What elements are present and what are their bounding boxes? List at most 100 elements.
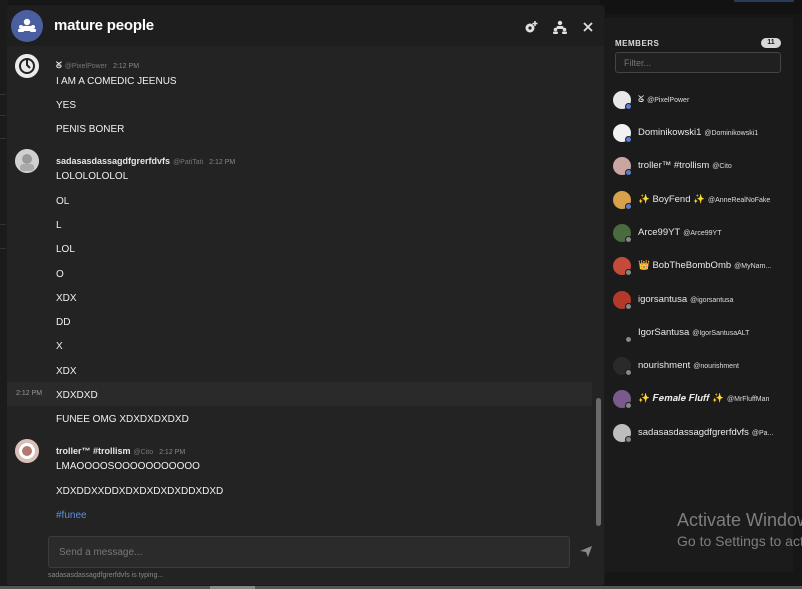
member-name: troller™ #trollism @Cito xyxy=(638,160,788,171)
member-item[interactable]: ✨ BoyFend ✨ @AnneRealNoFake xyxy=(613,189,789,211)
message-text: I AM A COMEDIC JEENUS xyxy=(56,76,177,87)
member-name: 👑 BobTheBombOmb @MyNam... xyxy=(638,260,788,271)
message-text: LOL xyxy=(56,244,75,255)
member-display-name: troller™ #trollism xyxy=(638,160,710,171)
members-icon xyxy=(553,20,567,34)
status-indicator xyxy=(625,369,632,376)
hover-timestamp: 2:12 PM xyxy=(16,390,43,397)
member-item[interactable]: Arce99YT @Arce99YT xyxy=(613,222,789,244)
activate-windows-watermark: Activate Windows Go to Settings to activ… xyxy=(677,510,802,549)
member-handle: @igorsantusa xyxy=(690,297,734,304)
message-text: FUNEE OMG XDXDXDXDXD xyxy=(56,414,189,425)
member-item[interactable]: sadasasdassagdfgrerfdvfs @Pa... xyxy=(613,422,789,444)
status-indicator xyxy=(625,336,632,343)
member-handle: @Arce99YT xyxy=(683,230,722,237)
status-indicator xyxy=(625,303,632,310)
close-button[interactable] xyxy=(580,19,596,35)
member-handle: @AnneRealNoFake xyxy=(707,197,771,204)
members-panel: MEMBERS 11 ᘜ@PixelPower Dominikowski1@Dom… xyxy=(605,18,793,572)
member-item[interactable]: Dominikowski1 @Dominikowski1 xyxy=(613,122,789,144)
typing-indicator: sadasasdassagdfgrerfdvfs is typing... xyxy=(48,572,164,579)
close-icon xyxy=(583,22,593,32)
member-display-name: ᘜ xyxy=(638,94,645,105)
status-indicator xyxy=(625,136,632,143)
member-name: ✨ 𝑭𝒆𝒎𝒂𝒍𝒆 𝑭𝒍𝒖𝒇𝒇 ✨ @MrFluffMan xyxy=(638,393,788,404)
member-item[interactable]: 👑 BobTheBombOmb @MyNam... xyxy=(613,255,789,277)
group-chat-window: mature people ᘜ @PixelPower 2:12 PM I AM… xyxy=(6,5,605,586)
message-text: LOLOLOLOLOL xyxy=(56,171,129,182)
member-name: nourishment @nourishment xyxy=(638,360,788,371)
group-avatar xyxy=(11,10,43,42)
message-text: YES xyxy=(56,100,77,111)
avatar[interactable] xyxy=(15,54,39,78)
member-item[interactable]: troller™ #trollism @Cito xyxy=(613,155,789,177)
status-indicator xyxy=(625,103,632,110)
member-handle: @MyNam... xyxy=(734,263,772,270)
message-text: X xyxy=(56,341,63,352)
member-name: Dominikowski1 @Dominikowski1 xyxy=(638,127,788,138)
message-author[interactable]: troller™ #trollism @Cito 2:12 PM xyxy=(56,446,185,456)
message-text: XDX xyxy=(56,366,77,377)
member-item[interactable]: nourishment @nourishment xyxy=(613,355,789,377)
member-filter xyxy=(615,52,781,73)
chat-header: mature people xyxy=(7,6,604,46)
watermark-title: Activate Windows xyxy=(677,510,802,530)
member-name: ᘜ @PixelPower xyxy=(638,94,788,105)
status-indicator xyxy=(625,436,632,443)
member-item[interactable]: ✨ 𝑭𝒆𝒎𝒂𝒍𝒆 𝑭𝒍𝒖𝒇𝒇 ✨ @MrFluffMan xyxy=(613,388,789,410)
member-display-name: Dominikowski1 xyxy=(638,127,702,138)
avatar[interactable] xyxy=(15,439,39,463)
member-handle: @IgorSantusaALT xyxy=(692,330,750,337)
message-input[interactable] xyxy=(59,537,559,567)
member-handle: @nourishment xyxy=(693,363,739,370)
avatar[interactable] xyxy=(15,149,39,173)
member-display-name: ✨ BoyFend ✨ xyxy=(638,194,705,205)
message-text: DD xyxy=(56,317,71,328)
add-user-icon xyxy=(525,21,538,33)
add-user-button[interactable] xyxy=(523,19,539,35)
message-list[interactable]: ᘜ @PixelPower 2:12 PM I AM A COMEDIC JEENU… xyxy=(7,46,599,531)
send-button[interactable] xyxy=(579,544,595,560)
member-display-name: igorsantusa xyxy=(638,294,688,305)
status-indicator xyxy=(625,402,632,409)
background-topbar xyxy=(600,0,802,14)
message-scrollbar[interactable] xyxy=(596,398,601,526)
status-indicator xyxy=(625,236,632,243)
message-text: XDXDDXXDDXDXDXDXDXDDXDXD xyxy=(56,486,224,497)
member-display-name: 👑 BobTheBombOmb xyxy=(638,260,732,271)
member-item[interactable]: IgorSantusa @IgorSantusaALT xyxy=(613,322,789,344)
hashtag-link[interactable]: #funee xyxy=(56,510,87,521)
member-filter-input[interactable] xyxy=(616,53,780,73)
message-author[interactable]: ᘜ @PixelPower 2:12 PM xyxy=(56,60,139,71)
message-text: XDXDXD xyxy=(56,390,98,401)
message-author[interactable]: sadasasdassagdfgrerfdvfs @PatiTati 2:12 PM xyxy=(56,156,235,166)
message-text: L xyxy=(56,220,62,231)
member-handle: @PixelPower xyxy=(647,97,690,104)
chat-title: mature people xyxy=(54,17,154,34)
member-display-name: nourishment xyxy=(638,360,691,371)
message-text: O xyxy=(56,269,64,280)
member-item[interactable]: ᘜ @PixelPower xyxy=(613,89,789,111)
member-display-name: IgorSantusa xyxy=(638,327,690,338)
message-text: OL xyxy=(56,196,70,207)
member-name: Arce99YT @Arce99YT xyxy=(638,227,788,238)
status-indicator xyxy=(625,203,632,210)
member-name: sadasasdassagdfgrerfdvfs @Pa... xyxy=(638,427,788,438)
watermark-subtitle: Go to Settings to activate Windows. xyxy=(677,533,802,549)
status-indicator xyxy=(625,269,632,276)
message-text: PENIS BONER xyxy=(56,124,125,135)
member-name: IgorSantusa @IgorSantusaALT xyxy=(638,327,788,338)
message-text: XDX xyxy=(56,293,77,304)
member-name: igorsantusa @igorsantusa xyxy=(638,294,788,305)
members-toggle-button[interactable] xyxy=(552,19,568,35)
member-name: ✨ BoyFend ✨ @AnneRealNoFake xyxy=(638,194,788,205)
members-count-badge: 11 xyxy=(761,38,781,48)
member-item[interactable]: igorsantusa @igorsantusa xyxy=(613,289,789,311)
members-title: MEMBERS xyxy=(615,39,660,48)
group-people-icon xyxy=(18,18,36,32)
member-handle: @Dominikowski1 xyxy=(704,130,759,137)
message-text: LMAOOOOSOOOOOOOOOOO xyxy=(56,461,200,472)
member-handle: @Cito xyxy=(712,163,732,170)
member-handle: @Pa... xyxy=(751,430,774,437)
member-display-name: ✨ 𝑭𝒆𝒎𝒂𝒍𝒆 𝑭𝒍𝒖𝒇𝒇 ✨ xyxy=(638,393,725,404)
